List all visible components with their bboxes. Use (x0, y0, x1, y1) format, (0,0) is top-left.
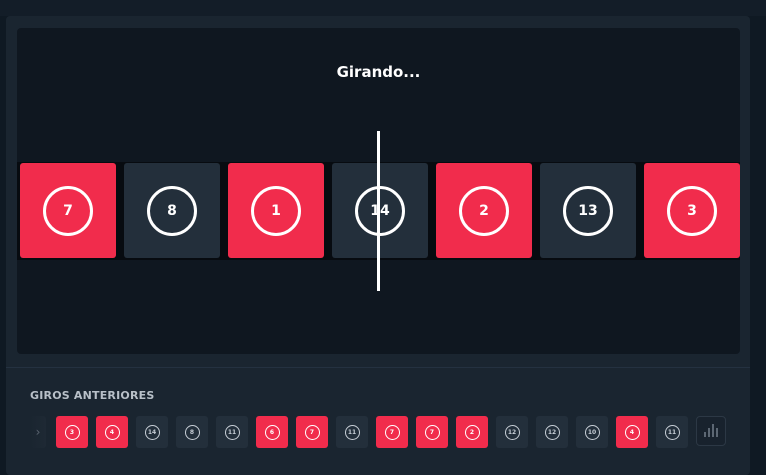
history-number: 4 (624, 424, 640, 440)
history-item: 4 (616, 416, 648, 448)
history-item: 3 (56, 416, 88, 448)
roulette-indicator-line (377, 131, 380, 291)
spin-status: Girando... (336, 63, 421, 81)
history-item: 7 (416, 416, 448, 448)
history-item: 11 (216, 416, 248, 448)
history-number: 11 (344, 424, 360, 440)
history-item: 7 (296, 416, 328, 448)
roulette-tile: 7 (20, 163, 116, 258)
history-number: 8 (184, 424, 200, 440)
history-item: 10 (576, 416, 608, 448)
history-item: 14 (136, 416, 168, 448)
history-number: 11 (664, 424, 680, 440)
history-item: 4 (96, 416, 128, 448)
history-number: 2 (464, 424, 480, 440)
history-number: 7 (304, 424, 320, 440)
history-number: 10 (584, 424, 600, 440)
roulette-tile: 8 (124, 163, 220, 258)
history-item: 2 (456, 416, 488, 448)
history-number: 3 (64, 424, 80, 440)
history-number: 7 (384, 424, 400, 440)
bar-chart-icon (708, 428, 710, 437)
history-number: 12 (544, 424, 560, 440)
roulette-tile: 13 (540, 163, 636, 258)
history-number: 6 (264, 424, 280, 440)
history-number: 14 (144, 424, 160, 440)
history-number: 7 (424, 424, 440, 440)
top-bar (0, 0, 766, 16)
bar-chart-icon (716, 428, 718, 437)
bar-chart-icon (712, 424, 714, 437)
tile-number: 13 (563, 185, 613, 236)
tile-number: 3 (667, 185, 717, 236)
chevron-left-icon[interactable]: › (30, 416, 46, 448)
history-item: 11 (336, 416, 368, 448)
stats-button[interactable] (696, 416, 726, 446)
tile-number: 7 (43, 185, 93, 236)
bar-chart-icon (704, 432, 706, 437)
tile-number: 1 (251, 185, 301, 236)
tile-number: 8 (147, 185, 197, 236)
roulette-page: Girando... 7 8 1 14 2 13 3 GIROS ANTERIO… (0, 0, 766, 475)
history-number: 12 (504, 424, 520, 440)
section-divider (6, 367, 750, 368)
history-item: 12 (496, 416, 528, 448)
history-number: 4 (104, 424, 120, 440)
history-item: 8 (176, 416, 208, 448)
history-title: GIROS ANTERIORES (30, 389, 155, 402)
history-item: 6 (256, 416, 288, 448)
roulette-tile: 2 (436, 163, 532, 258)
history-item: 11 (656, 416, 688, 448)
tile-number: 2 (459, 185, 509, 236)
history-item: 7 (376, 416, 408, 448)
history-number: 11 (224, 424, 240, 440)
roulette-tile: 14 (332, 163, 428, 258)
tile-number: 14 (355, 185, 405, 236)
roulette-tile: 1 (228, 163, 324, 258)
history-item: 12 (536, 416, 568, 448)
roulette-tile: 3 (644, 163, 740, 258)
